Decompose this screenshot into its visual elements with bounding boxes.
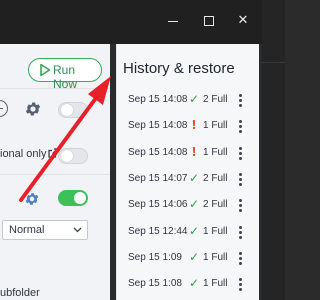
history-datetime: Sep 15 14:06 (128, 199, 188, 211)
play-icon (40, 63, 51, 77)
run-now-button[interactable]: Run Now (28, 58, 102, 91)
background-area (262, 0, 285, 300)
history-panel: History & restore Sep 15 14:08 ✓ 2 Full Sep… (116, 44, 259, 300)
close-button[interactable]: ✕ (236, 14, 250, 28)
history-row[interactable]: Sep 15 14:08 ✓ 2 Full (117, 88, 259, 114)
kebab-icon[interactable] (237, 146, 243, 162)
external-link-icon[interactable] (48, 148, 59, 158)
check-icon: ✓ (188, 276, 200, 291)
title-bar: ✕ (0, 0, 262, 44)
gear-icon[interactable] (24, 100, 42, 118)
history-datetime: Sep 15 1:09 (128, 251, 182, 263)
exclamation-icon: ! (191, 118, 197, 133)
history-count: 1 Full (203, 146, 228, 158)
check-icon: ✓ (188, 92, 200, 106)
history-count: 1 Full (203, 225, 228, 237)
check-icon: ✓ (188, 223, 200, 238)
divider (0, 174, 110, 175)
run-now-label: Run Now (53, 63, 78, 91)
task-settings-panel: Run Now ional only Normal ubfolder (0, 44, 110, 300)
history-row[interactable]: Sep 15 12:44 ✓ 1 Full (117, 220, 259, 246)
kebab-icon[interactable] (237, 277, 243, 293)
history-count: 1 Full (203, 278, 228, 290)
history-title: History & restore (123, 60, 235, 77)
priority-dropdown[interactable]: Normal (2, 220, 88, 240)
maximize-button[interactable] (202, 14, 216, 28)
history-datetime: Sep 15 12:44 (128, 225, 188, 237)
chevron-down-icon (73, 227, 82, 233)
toggle-switch-enabled[interactable] (58, 190, 88, 206)
history-count: 1 Full (203, 120, 228, 132)
gear-icon[interactable] (24, 191, 40, 207)
toggle-switch-optional[interactable] (58, 148, 88, 164)
app-window: ✕ Run Now ional only Normal ubfolder His… (0, 0, 262, 300)
minimize-button[interactable] (166, 14, 180, 28)
option-label-text: ional only (0, 148, 47, 160)
history-datetime: Sep 15 1:08 (128, 278, 182, 290)
exclamation-icon: ! (191, 144, 197, 159)
kebab-icon[interactable] (237, 119, 243, 135)
history-count: 2 Full (203, 172, 228, 184)
history-datetime: Sep 15 14:08 (128, 94, 188, 105)
history-row[interactable]: Sep 15 14:08! 1 Full (117, 141, 259, 167)
history-row[interactable]: Sep 15 1:08 ✓ 1 Full (117, 272, 259, 298)
kebab-icon[interactable] (237, 251, 243, 267)
plus-circle-icon[interactable] (0, 100, 8, 117)
history-row[interactable]: Sep 15 14:08! 1 Full (117, 114, 259, 140)
kebab-icon[interactable] (237, 198, 243, 214)
history-datetime: Sep 15 14:08 (128, 120, 188, 132)
subfolder-label: ubfolder (0, 287, 40, 299)
history-datetime: Sep 15 14:07 (128, 172, 188, 184)
kebab-icon[interactable] (237, 93, 243, 109)
check-icon: ✓ (188, 170, 200, 185)
kebab-icon[interactable] (237, 172, 243, 188)
history-row[interactable]: Sep 15 14:07 ✓ 2 Full (117, 167, 259, 193)
toggle-switch[interactable] (58, 102, 88, 118)
divider (0, 88, 110, 89)
history-row[interactable]: Sep 15 1:09 ✓ 1 Full (117, 246, 259, 272)
check-icon: ✓ (188, 197, 200, 212)
option-label: ional only (0, 148, 59, 160)
history-datetime: Sep 15 14:08 (128, 146, 188, 158)
history-count: 2 Full (203, 94, 228, 105)
kebab-icon[interactable] (237, 225, 243, 241)
history-count: 2 Full (203, 199, 228, 211)
dropdown-value: Normal (9, 224, 45, 236)
check-icon: ✓ (188, 249, 200, 264)
history-count: 1 Full (203, 251, 228, 263)
history-row[interactable]: Sep 15 14:06 ✓ 2 Full (117, 193, 259, 219)
